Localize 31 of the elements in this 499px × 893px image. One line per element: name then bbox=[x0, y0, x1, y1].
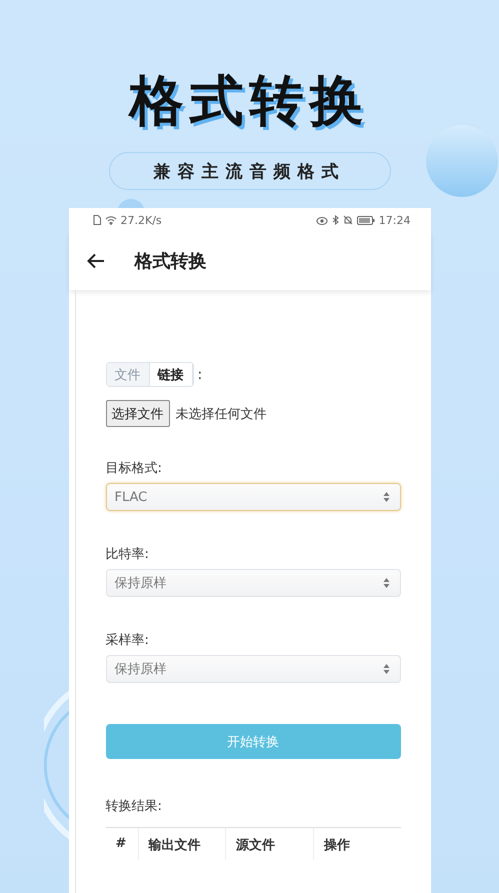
column-header: 源文件 bbox=[225, 828, 313, 860]
results-label: 转换结果: bbox=[106, 798, 163, 815]
choose-file-button[interactable]: 选择文件 bbox=[106, 400, 170, 427]
eye-icon bbox=[316, 216, 328, 224]
wifi-icon bbox=[104, 215, 116, 225]
muted-bell-icon bbox=[342, 215, 353, 225]
colon: : bbox=[198, 366, 202, 382]
select-field[interactable]: 保持原样 bbox=[106, 569, 400, 597]
select-field[interactable]: FLAC bbox=[106, 483, 400, 511]
select-arrows-icon bbox=[382, 491, 390, 503]
select-arrows-icon bbox=[382, 663, 390, 675]
bluetooth-icon bbox=[332, 215, 339, 225]
start-convert-button[interactable]: 开始转换 bbox=[106, 724, 400, 759]
screen-title: 格式转换 bbox=[134, 250, 206, 273]
select-field[interactable]: 保持原样 bbox=[106, 655, 400, 683]
field-label: 采样率: bbox=[106, 632, 150, 649]
column-header: 输出文件 bbox=[138, 828, 226, 860]
source-tab[interactable]: 文件 bbox=[106, 363, 150, 386]
clock: 17:24 bbox=[378, 214, 410, 226]
sim-card-icon bbox=[92, 215, 100, 225]
network-speed: 27.2K/s bbox=[120, 214, 162, 226]
battery-icon bbox=[356, 216, 375, 224]
headline: 格式转换 bbox=[130, 68, 370, 134]
column-header: 操作 bbox=[312, 828, 400, 860]
file-status: 未选择任何文件 bbox=[176, 406, 266, 422]
field-label: 目标格式: bbox=[106, 460, 163, 477]
select-arrows-icon bbox=[382, 577, 390, 589]
tagline: 兼容主流音频格式 bbox=[108, 152, 390, 190]
field-label: 比特率: bbox=[106, 546, 150, 563]
column-header: # bbox=[114, 835, 128, 853]
back-arrow-icon[interactable] bbox=[86, 253, 104, 269]
